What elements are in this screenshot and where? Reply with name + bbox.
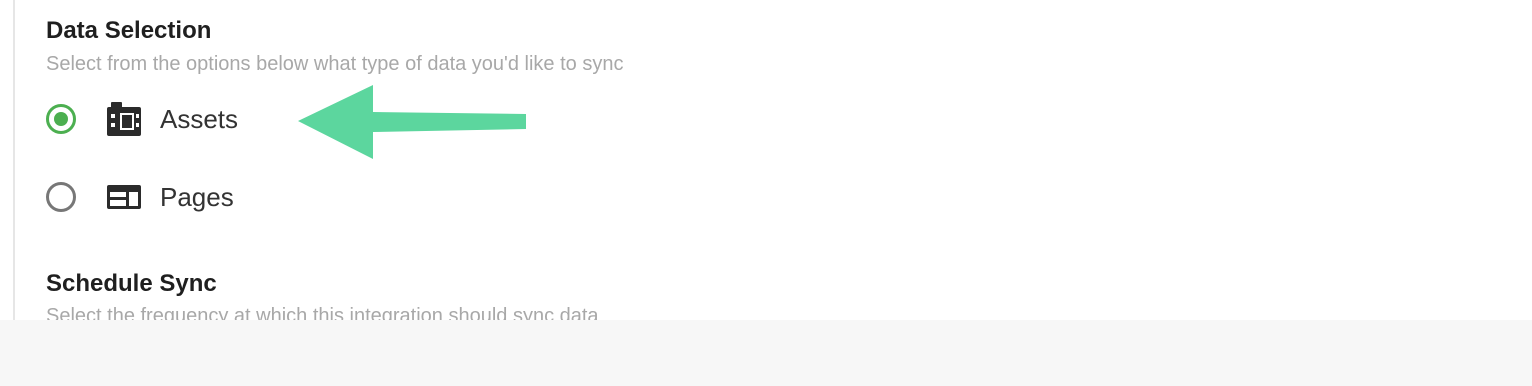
pages-radio[interactable] xyxy=(46,182,76,212)
schedule-sync-subtitle: Select the frequency at which this integ… xyxy=(46,305,599,320)
assets-radio[interactable] xyxy=(46,104,76,134)
arrow-annotation-icon xyxy=(298,85,526,159)
bottom-backdrop xyxy=(0,320,1532,386)
data-selection-subtitle: Select from the options below what type … xyxy=(46,53,624,75)
option-assets[interactable]: Assets xyxy=(44,101,304,141)
integration-settings-panel: Data Selection Select from the options b… xyxy=(0,0,1532,320)
pages-label: Pages xyxy=(160,182,234,212)
option-pages[interactable]: Pages xyxy=(44,179,304,219)
schedule-sync-title: Schedule Sync xyxy=(46,270,217,297)
assets-label: Assets xyxy=(160,104,239,134)
panel-divider xyxy=(13,0,15,320)
film-strip-icon xyxy=(107,102,141,136)
viewport: Data Selection Select from the options b… xyxy=(0,0,1532,386)
page-layout-icon xyxy=(107,185,141,209)
data-selection-title: Data Selection xyxy=(46,17,212,44)
